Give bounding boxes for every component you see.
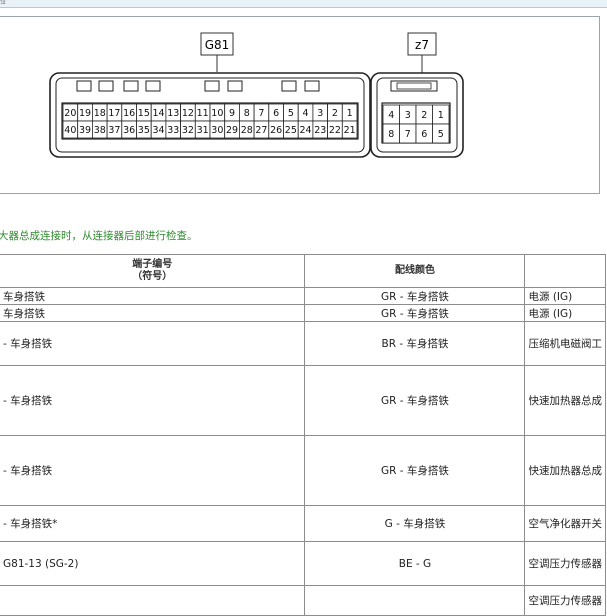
pin-number: 7	[258, 108, 264, 119]
pin-number: 24	[300, 125, 312, 136]
terminal-table: 端子编号 （符号） 配线颜色 车身搭铁 GR - 车身搭铁 电源 (IG) 车身搭…	[0, 254, 606, 616]
connector-drawing: G81 z7 20 19 18 17 16 15 14 13 12 11 10 9 8 7 6 5 4 3 2 140…	[49, 32, 464, 158]
header-wire-color: 配线颜色	[304, 254, 526, 288]
pin-number: 40	[64, 125, 76, 136]
cell-description: 空气净化器开关	[524, 505, 606, 542]
pin-number: 3	[317, 108, 323, 119]
pin-number: 39	[79, 125, 91, 136]
cell-wire-color: G - 车身搭铁	[304, 505, 526, 542]
z7-latch	[390, 80, 438, 92]
table-row: G81-13 (SG-2) BE - G 空调压力传感器	[0, 541, 606, 586]
cell-description: 空调压力传感器	[524, 585, 606, 616]
g81-pins: 20 19 18 17 16 15 14 13 12 11 10 9 8 7 6 5 4 3 2 140 39 38 37 3…	[62, 103, 358, 139]
pin-number: 31	[197, 125, 209, 136]
pin-number: 13	[167, 108, 179, 119]
top-strip: 检	[0, 0, 607, 8]
pin-number: 6	[421, 129, 427, 140]
pin-number: 27	[255, 125, 267, 136]
pin-number: 2	[421, 110, 427, 121]
corner-text: 检	[0, 0, 6, 5]
cell-description: 快速加热器总成	[524, 435, 606, 506]
table-row: 空调压力传感器	[0, 585, 606, 616]
cell-terminal: 车身搭铁	[0, 304, 306, 322]
pin-number: 25	[285, 125, 297, 136]
cell-description: 电源 (IG)	[524, 304, 606, 322]
pin-number: 5	[438, 129, 444, 140]
pin-number: 23	[314, 125, 326, 136]
cell-description: 快速加热器总成	[524, 365, 606, 436]
table-row: - 车身搭铁 BR - 车身搭铁 压缩机电磁阀工	[0, 321, 606, 366]
pin-number: 3	[405, 110, 411, 121]
cell-wire-color: GR - 车身搭铁	[304, 365, 526, 436]
pin-number: 20	[64, 108, 76, 119]
pin-number: 17	[108, 108, 120, 119]
cell-terminal: - 车身搭铁	[0, 435, 306, 506]
connector-diagram: G81 z7 20 19 18 17 16 15 14 13 12 11 10 9 8 7 6 5 4 3 2 1 40…	[0, 16, 600, 194]
pin-number: 38	[94, 125, 106, 136]
cell-terminal: G81-13 (SG-2)	[0, 541, 306, 586]
pin-number: 34	[153, 125, 165, 136]
pin-number: 8	[244, 108, 250, 119]
pin-number: 6	[273, 108, 279, 119]
cell-terminal: - 车身搭铁	[0, 321, 306, 366]
pin-number: 9	[229, 108, 235, 119]
cell-wire-color: BE - G	[304, 541, 526, 586]
pin-number: 12	[182, 108, 194, 119]
pin-number: 15	[138, 108, 150, 119]
pin-number: 5	[288, 108, 294, 119]
pin-number: 33	[167, 125, 179, 136]
cell-terminal	[0, 585, 306, 616]
pin-number: 28	[241, 125, 253, 136]
pin-number: 32	[182, 125, 194, 136]
z7-pins: 4 3 2 1 8 7 6 5	[382, 104, 450, 144]
table-row: - 车身搭铁* G - 车身搭铁 空气净化器开关	[0, 505, 606, 542]
header-description	[524, 254, 606, 288]
pin-number: 4	[388, 110, 394, 121]
pin-number: 21	[344, 125, 356, 136]
table-row: 车身搭铁 GR - 车身搭铁 电源 (IG)	[0, 287, 606, 305]
cell-wire-color: GR - 车身搭铁	[304, 304, 526, 322]
pin-number: 10	[211, 108, 223, 119]
cell-terminal: 车身搭铁	[0, 287, 306, 305]
pin-number: 2	[332, 108, 338, 119]
cell-description: 空调压力传感器	[524, 541, 606, 586]
pin-number: 26	[270, 125, 282, 136]
cell-terminal: - 车身搭铁*	[0, 505, 306, 542]
cell-wire-color: GR - 车身搭铁	[304, 435, 526, 506]
pin-number: 1	[438, 110, 444, 121]
table-row: - 车身搭铁 GR - 车身搭铁 快速加热器总成	[0, 365, 606, 436]
table-row: - 车身搭铁 GR - 车身搭铁 快速加热器总成	[0, 435, 606, 506]
pin-number: 11	[197, 108, 209, 119]
pin-number: 18	[94, 108, 106, 119]
cell-description: 电源 (IG)	[524, 287, 606, 305]
pin-number: 14	[153, 108, 165, 119]
inspection-note: 大器总成连接时，从连接器后部进行检查。	[0, 230, 198, 242]
pin-number: 7	[405, 129, 411, 140]
cell-wire-color: GR - 车身搭铁	[304, 287, 526, 305]
pin-number: 19	[79, 108, 91, 119]
pin-number: 1	[347, 108, 353, 119]
cell-wire-color: BR - 车身搭铁	[304, 321, 526, 366]
pin-number: 16	[123, 108, 135, 119]
cell-description: 压缩机电磁阀工	[524, 321, 606, 366]
pin-number: 36	[123, 125, 135, 136]
pin-number: 30	[211, 125, 223, 136]
pin-number: 35	[138, 125, 150, 136]
pin-number: 37	[108, 125, 120, 136]
cell-terminal: - 车身搭铁	[0, 365, 306, 436]
g81-label: G81	[205, 38, 230, 52]
table-row: 车身搭铁 GR - 车身搭铁 电源 (IG)	[0, 304, 606, 322]
z7-label: z7	[415, 38, 429, 52]
pin-number: 22	[329, 125, 341, 136]
table-header-row: 端子编号 （符号） 配线颜色	[0, 254, 606, 288]
pin-number: 29	[226, 125, 238, 136]
pin-number: 8	[388, 129, 394, 140]
pin-number: 4	[303, 108, 309, 119]
cell-wire-color	[304, 585, 526, 616]
header-terminal: 端子编号 （符号）	[0, 254, 306, 288]
